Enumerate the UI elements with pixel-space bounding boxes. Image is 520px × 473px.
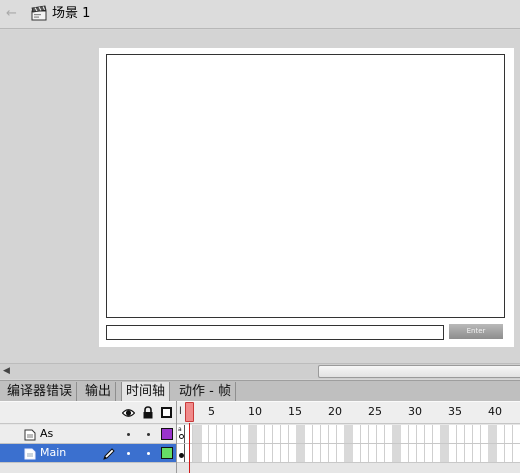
layer-name[interactable]: As <box>40 427 53 441</box>
tab-timeline[interactable]: 时间轴 <box>121 382 171 402</box>
actionscript-marker-icon: a <box>178 426 182 433</box>
layer-icon <box>24 429 36 441</box>
frame-number: 10 <box>248 405 262 418</box>
frame-number: 20 <box>328 405 342 418</box>
visibility-toggle[interactable] <box>127 433 130 436</box>
scene-title[interactable]: 场景 1 <box>52 6 90 22</box>
tab-actions-frame[interactable]: 动作 - 帧 <box>175 382 236 402</box>
scene-bar: ← 场景 1 <box>0 0 520 29</box>
timeline-panel: l 5 10 15 20 25 30 35 40 As a Main <box>0 401 520 473</box>
layer-info[interactable]: As <box>0 425 176 444</box>
enter-button[interactable]: Enter <box>449 324 503 339</box>
panel-tab-bar: 编译器错误 输出 时间轴 动作 - 帧 <box>0 380 520 402</box>
layer-color-swatch[interactable] <box>161 447 173 459</box>
pencil-icon <box>103 448 115 460</box>
frame-number: 40 <box>488 405 502 418</box>
lock-icon[interactable] <box>142 406 154 419</box>
lock-toggle[interactable] <box>147 433 150 436</box>
work-area: Enter <box>0 30 520 363</box>
layer-panel-divider[interactable] <box>176 401 177 473</box>
keyframe[interactable] <box>177 444 185 462</box>
layer-info[interactable]: Main <box>0 444 176 463</box>
layer-name[interactable]: Main <box>40 446 66 460</box>
scroll-left-icon[interactable]: ◀ <box>3 365 10 378</box>
layer-color-swatch[interactable] <box>161 428 173 440</box>
outline-icon[interactable] <box>161 407 172 418</box>
layer-row-main[interactable]: Main <box>0 444 520 463</box>
empty-keyframe-icon <box>179 434 184 439</box>
playhead[interactable] <box>185 402 194 422</box>
layer-frames[interactable]: a <box>177 425 520 444</box>
keyframe-icon <box>179 453 184 458</box>
horizontal-scrollbar[interactable]: ◀ <box>0 363 520 379</box>
playhead-line <box>189 423 190 473</box>
tab-compiler-errors[interactable]: 编译器错误 <box>3 382 78 402</box>
stage-text-input[interactable] <box>106 325 444 340</box>
layer-icon <box>24 448 36 460</box>
frame-number: 5 <box>208 405 215 418</box>
timeline-header: l 5 10 15 20 25 30 35 40 <box>0 401 520 424</box>
frame-number-1: l <box>179 406 182 417</box>
visibility-toggle[interactable] <box>127 452 130 455</box>
scrollbar-thumb[interactable] <box>318 365 520 378</box>
layer-frames[interactable] <box>177 444 520 463</box>
lock-toggle[interactable] <box>147 452 150 455</box>
eye-icon[interactable] <box>122 407 135 419</box>
back-arrow-icon[interactable]: ← <box>6 7 22 21</box>
stage[interactable]: Enter <box>99 48 514 347</box>
tab-output[interactable]: 输出 <box>81 382 117 402</box>
stage-canvas-frame[interactable] <box>106 54 505 318</box>
layer-row-as[interactable]: As a <box>0 425 520 444</box>
clapperboard-icon <box>31 5 47 21</box>
frame-number: 35 <box>448 405 462 418</box>
frame-number: 15 <box>288 405 302 418</box>
frame-number: 25 <box>368 405 382 418</box>
keyframe[interactable]: a <box>177 425 185 443</box>
frame-number: 30 <box>408 405 422 418</box>
